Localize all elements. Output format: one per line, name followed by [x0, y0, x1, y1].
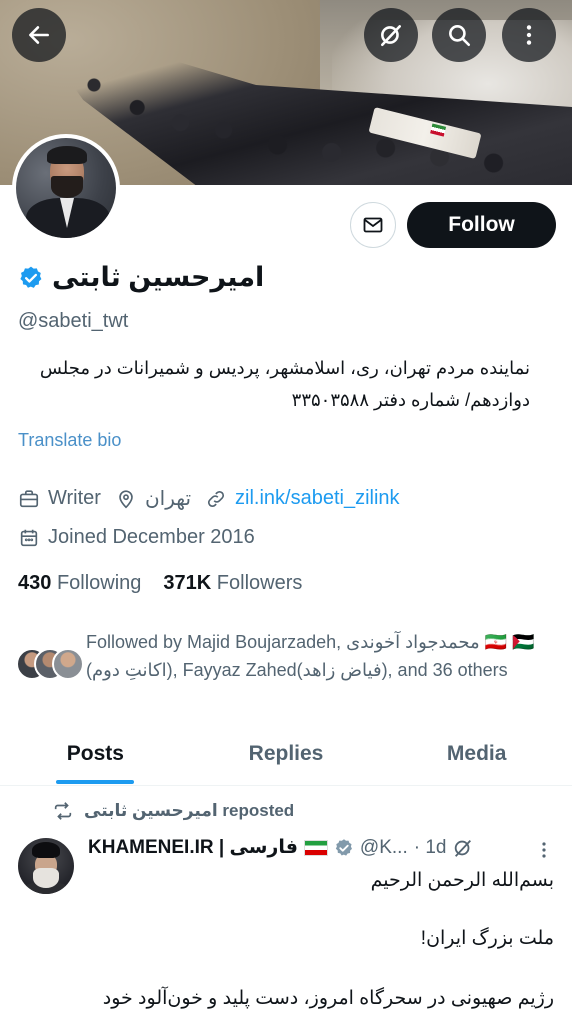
grok-icon — [381, 25, 401, 47]
profile-avatar[interactable] — [12, 134, 120, 242]
post-time[interactable]: · 1d — [414, 837, 447, 859]
post-author-avatar[interactable] — [18, 838, 74, 894]
briefcase-icon — [19, 489, 39, 507]
follow-stats: 430 Following 371K Followers — [18, 572, 302, 595]
link-icon — [208, 490, 225, 507]
follower-avatar — [52, 648, 84, 680]
user-handle: @sabeti_twt — [18, 310, 129, 332]
profession-text: Writer — [48, 487, 101, 509]
message-button[interactable] — [350, 202, 396, 248]
post-author-handle: @K... — [359, 836, 408, 858]
following-stat[interactable]: 430 Following — [18, 572, 141, 595]
post-text-line: رژیم صهیونی در سحرگاه امروز، دست پلید و … — [102, 988, 554, 1009]
tab-replies[interactable]: Replies — [191, 730, 382, 785]
follow-button[interactable]: Follow — [407, 202, 556, 248]
active-tab-indicator — [56, 780, 134, 784]
repost-indicator: امیرحسین ثابتی reposted — [52, 800, 294, 822]
back-button[interactable] — [12, 8, 66, 62]
joined-row: Joined December 2016 — [18, 526, 255, 549]
tab-media[interactable]: Media — [381, 730, 572, 785]
search-icon — [449, 25, 471, 47]
more-vertical-icon — [526, 25, 532, 45]
grok-button[interactable] — [364, 8, 418, 62]
profile-tabs: Posts Replies Media — [0, 730, 572, 786]
followed-by-avatars — [16, 648, 84, 680]
post-more-icon[interactable] — [536, 840, 552, 860]
verified-badge-icon[interactable] — [18, 265, 44, 291]
verified-badge-icon[interactable] — [334, 838, 354, 858]
display-name: امیرحسین ثابتی — [52, 262, 265, 292]
repost-label: امیرحسین ثابتی reposted — [84, 801, 295, 820]
post-author-name[interactable]: KHAMENEI.IR | فارسی — [88, 836, 298, 859]
location-text: تهران — [144, 488, 192, 510]
avatar-photo — [16, 138, 116, 238]
translate-bio-link[interactable]: Translate bio — [18, 430, 121, 451]
tab-posts[interactable]: Posts — [0, 730, 191, 785]
post-header: KHAMENEI.IR | فارسی @K... · 1d — [88, 836, 474, 859]
followers-stat[interactable]: 371K Followers — [163, 572, 302, 595]
followed-by-text: Followed by Majid Boujarzadeh, محمدجواد … — [86, 632, 535, 680]
grok-icon[interactable] — [452, 837, 474, 859]
calendar-icon — [20, 529, 38, 546]
iran-flag-icon — [303, 839, 328, 856]
joined-text: Joined December 2016 — [48, 526, 255, 548]
arrow-left-icon — [29, 26, 49, 44]
more-button[interactable] — [502, 8, 556, 62]
envelope-icon — [363, 217, 383, 233]
post-text-line: ملت بزرگ ایران! — [420, 928, 554, 949]
bio-text: نماینده مردم تهران، ری، اسلامشهر، پردیس … — [39, 358, 530, 410]
profile-meta-row: Writer تهران zil.ink/sabeti_zilink — [18, 486, 400, 511]
post-text-line: بسم‌الله الرحمن الرحیم — [370, 870, 554, 891]
search-button[interactable] — [432, 8, 486, 62]
website-link[interactable]: zil.ink/sabeti_zilink — [235, 487, 400, 510]
name-row: امیرحسین ثابتی — [18, 262, 264, 293]
location-pin-icon — [119, 489, 133, 508]
repost-icon — [54, 802, 72, 820]
